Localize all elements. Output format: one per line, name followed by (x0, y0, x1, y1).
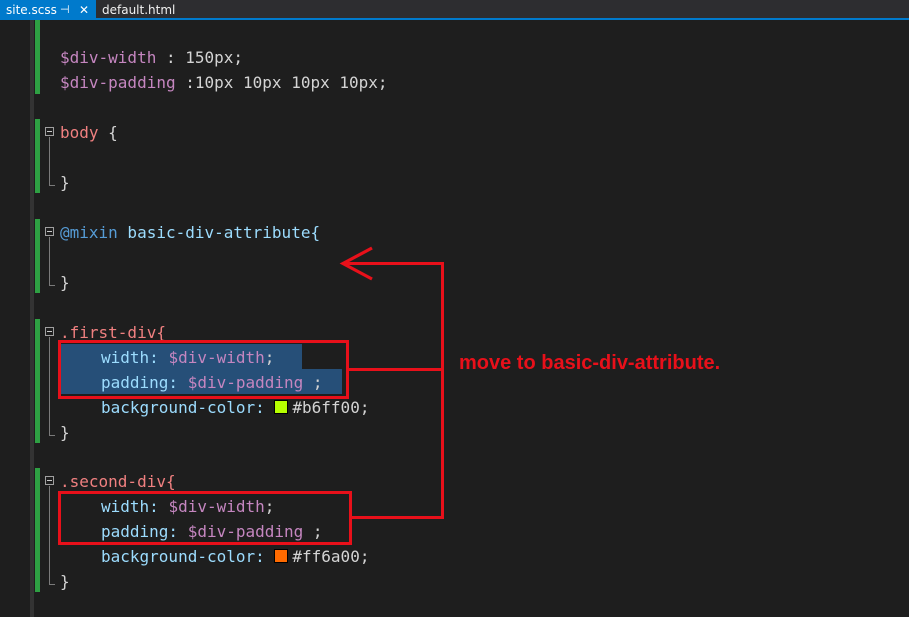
connector-line (352, 516, 444, 519)
arrow-left-icon (339, 246, 373, 281)
variable-name: $div-padding (60, 73, 176, 92)
tab-default-html[interactable]: default.html (96, 0, 181, 20)
color-value: #b6ff00; (292, 398, 370, 417)
code-line: $div-width : 150px; (60, 45, 243, 70)
annotation-text: move to basic-div-attribute. (459, 352, 721, 374)
property-name: background-color: (101, 547, 275, 566)
brace-close: } (60, 173, 70, 192)
mixin-keyword: @mixin (60, 223, 118, 242)
code-line: } (60, 270, 70, 295)
code-line: @mixin basic-div-attribute{ (60, 220, 320, 245)
brace-close: } (60, 423, 70, 442)
annotation-box-second (58, 491, 352, 545)
color-value: #ff6a00; (292, 547, 370, 566)
selector-second-div: .second-div{ (60, 472, 176, 491)
tab-label: default.html (102, 3, 176, 17)
code-line: } (60, 569, 70, 594)
code-line: background-color: #ff6a00; (101, 544, 369, 569)
brace-close: } (60, 572, 70, 591)
variable-name: $div-width (60, 48, 157, 67)
code-line: } (60, 170, 70, 195)
code-line: } (60, 420, 70, 445)
brace-close: } (60, 273, 70, 292)
selector-body: body (60, 123, 99, 142)
tab-site-scss[interactable]: site.scss ⊣ ✕ (0, 0, 96, 20)
code-line: $div-padding :10px 10px 10px 10px; (60, 70, 388, 95)
code-line: body { (60, 120, 118, 145)
tab-bar: site.scss ⊣ ✕ default.html (0, 0, 909, 20)
tab-label: site.scss (6, 3, 57, 17)
close-icon[interactable]: ✕ (79, 0, 89, 20)
color-swatch (274, 549, 289, 563)
connector-line (349, 368, 441, 371)
variable-value: :10px 10px 10px 10px; (175, 73, 388, 92)
color-swatch (274, 400, 289, 414)
variable-value: : 150px; (156, 48, 244, 67)
mixin-name: basic-div-attribute{ (117, 223, 321, 242)
brace-open: { (98, 123, 118, 142)
property-name: background-color: (101, 398, 275, 417)
connector-vertical (441, 262, 444, 519)
pin-icon[interactable]: ⊣ (60, 0, 70, 20)
annotation-box-first (58, 340, 349, 399)
